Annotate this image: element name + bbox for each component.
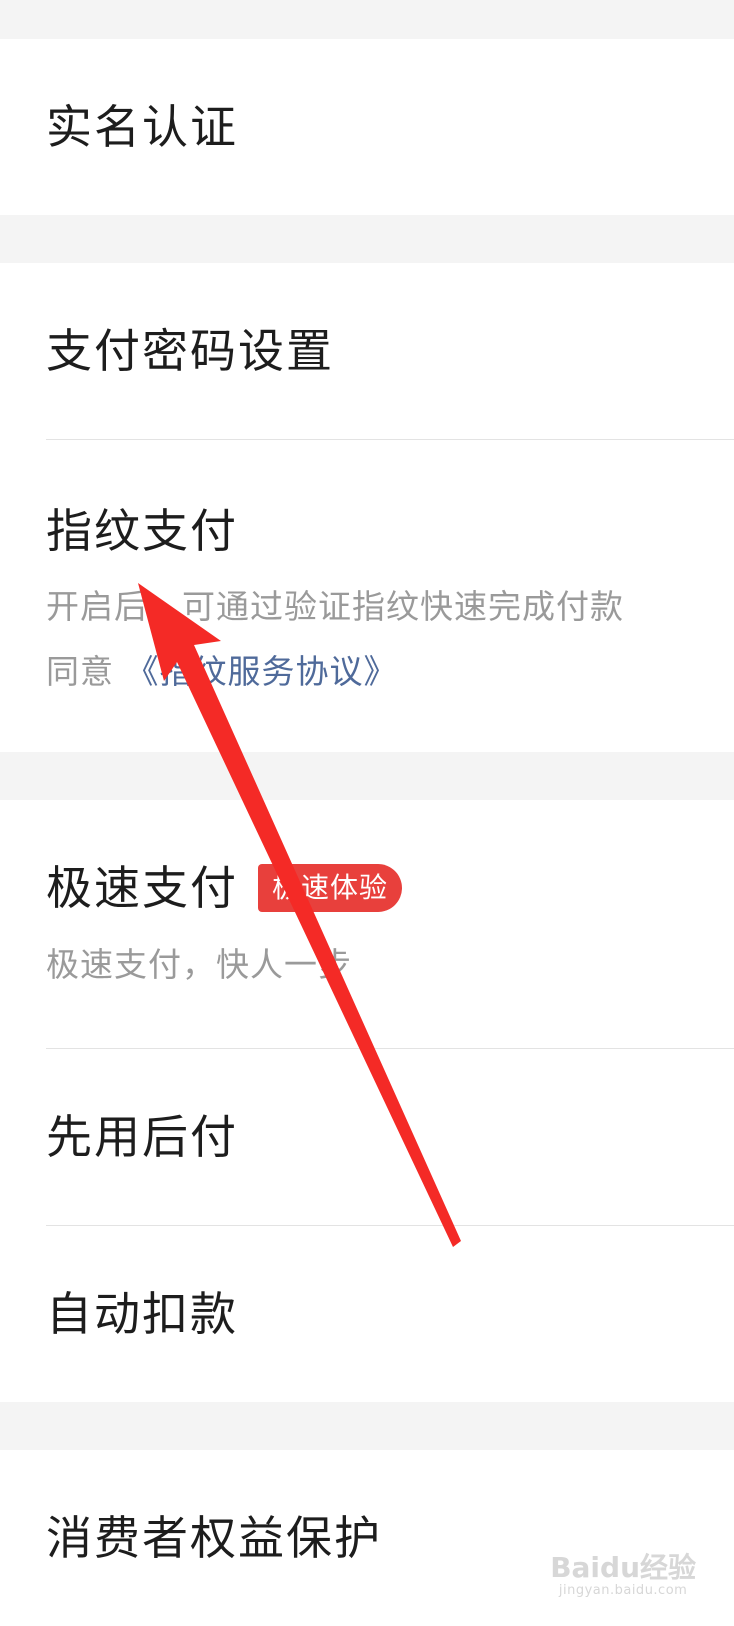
section-gap xyxy=(0,752,734,800)
section-identity: 实名认证 xyxy=(0,39,734,215)
section-protection: 消费者权益保护 xyxy=(0,1450,734,1626)
consumer-protection-label: 消费者权益保护 xyxy=(46,1511,382,1565)
menu-item-fingerprint-pay[interactable]: 指纹支付 开启后，可通过验证指纹快速完成付款 同意 《指纹服务协议》 xyxy=(0,440,734,752)
menu-item-real-name[interactable]: 实名认证 xyxy=(0,39,734,215)
menu-item-pay-later[interactable]: 先用后付 xyxy=(0,1049,734,1225)
speed-pay-description: 极速支付，快人一步 xyxy=(46,945,352,984)
menu-item-speed-pay[interactable]: 极速支付 极速体验 极速支付，快人一步 xyxy=(0,800,734,1048)
fingerprint-agreement-link[interactable]: 《指纹服务协议》 xyxy=(126,652,398,691)
payment-password-label: 支付密码设置 xyxy=(46,324,334,378)
speed-pay-badge: 极速体验 xyxy=(258,864,403,912)
real-name-label: 实名认证 xyxy=(46,100,238,154)
watermark-brand: Baidu经验 xyxy=(550,1550,696,1584)
pay-later-label: 先用后付 xyxy=(46,1110,238,1164)
menu-item-consumer-protection[interactable]: 消费者权益保护 xyxy=(0,1450,734,1626)
fingerprint-pay-label: 指纹支付 xyxy=(46,504,238,558)
speed-pay-title-line: 极速支付 极速体验 xyxy=(46,864,734,912)
auto-debit-label: 自动扣款 xyxy=(46,1287,238,1341)
speed-pay-label: 极速支付 xyxy=(46,861,238,915)
section-gap xyxy=(0,215,734,263)
fingerprint-agreement-line: 同意 《指纹服务协议》 xyxy=(46,655,734,688)
watermark-url: jingyan.baidu.com xyxy=(558,1582,688,1598)
section-gap xyxy=(0,1402,734,1450)
agreement-prefix: 同意 xyxy=(46,652,114,691)
section-password-fingerprint: 支付密码设置 指纹支付 开启后，可通过验证指纹快速完成付款 同意 《指纹服务协议… xyxy=(0,263,734,752)
menu-item-auto-debit[interactable]: 自动扣款 xyxy=(0,1226,734,1402)
top-spacer xyxy=(0,0,734,39)
fingerprint-pay-description: 开启后，可通过验证指纹快速完成付款 xyxy=(46,587,624,626)
menu-item-payment-password[interactable]: 支付密码设置 xyxy=(0,263,734,439)
baidu-jingyan-watermark: Baidu经验 jingyan.baidu.com xyxy=(550,1550,696,1598)
section-payment-methods: 极速支付 极速体验 极速支付，快人一步 先用后付 自动扣款 xyxy=(0,800,734,1402)
